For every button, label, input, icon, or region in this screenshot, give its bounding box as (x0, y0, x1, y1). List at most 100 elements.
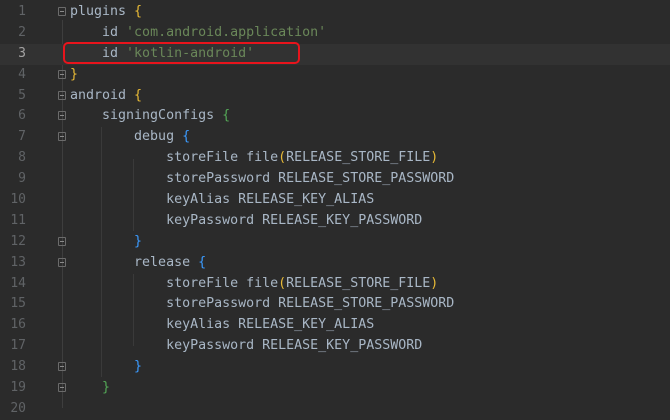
code-text: id 'com.android.application' (70, 23, 326, 44)
line-number: 9 (18, 171, 26, 187)
fold-icon[interactable] (58, 111, 66, 121)
code-token: storePassword RELEASE_STORE_PASSWORD (70, 171, 455, 187)
code-token: 'com.android.application' (126, 24, 327, 40)
code-text: debug { (70, 127, 190, 148)
fold-icon[interactable] (58, 257, 66, 267)
code-text: keyPassword RELEASE_KEY_PASSWORD (70, 336, 422, 357)
highlight-box (63, 42, 300, 64)
code-token: ( (278, 150, 287, 166)
line-number: 16 (10, 317, 26, 333)
code-text: keyPassword RELEASE_KEY_PASSWORD (70, 211, 422, 232)
code-line[interactable]: 18 } (0, 357, 670, 378)
line-number: 13 (10, 254, 26, 270)
fold-icon[interactable] (58, 362, 66, 372)
code-token: android (70, 87, 135, 103)
line-number: 4 (18, 66, 26, 82)
code-line[interactable]: 1 plugins { (0, 2, 670, 23)
code-token: } (70, 66, 79, 82)
code-line[interactable]: 17 keyPassword RELEASE_KEY_PASSWORD (0, 336, 670, 357)
code-text: android { (70, 86, 142, 107)
code-token: ) (430, 275, 439, 291)
code-line[interactable]: 8 storeFile file(RELEASE_STORE_FILE) (0, 148, 670, 169)
code-text: } (70, 232, 142, 253)
code-text: storePassword RELEASE_STORE_PASSWORD (70, 294, 454, 315)
code-line[interactable]: 11 keyPassword RELEASE_KEY_PASSWORD (0, 211, 670, 232)
code-text: keyAlias RELEASE_KEY_ALIAS (70, 315, 374, 336)
code-text: storeFile file(RELEASE_STORE_FILE) (70, 148, 438, 169)
code-text: storePassword RELEASE_STORE_PASSWORD (70, 169, 454, 190)
code-line[interactable]: 5 android { (0, 86, 670, 107)
line-number: 2 (18, 24, 26, 40)
code-line[interactable]: 16 keyAlias RELEASE_KEY_ALIAS (0, 315, 670, 336)
code-line[interactable]: 12 } (0, 232, 670, 253)
code-token: keyPassword RELEASE_KEY_PASSWORD (70, 338, 423, 354)
code-token: storeFile file (70, 275, 279, 291)
code-line[interactable]: 20 (0, 399, 670, 420)
code-token: keyAlias RELEASE_KEY_ALIAS (70, 192, 375, 208)
code-token: { (222, 108, 231, 124)
code-text: storeFile file(RELEASE_STORE_FILE) (70, 274, 438, 295)
code-token: keyPassword RELEASE_KEY_PASSWORD (70, 212, 423, 228)
code-token: { (134, 87, 143, 103)
code-token: debug (70, 129, 183, 145)
code-line[interactable]: 6 signingConfigs { (0, 106, 670, 127)
code-text: plugins { (70, 2, 142, 23)
code-token: id (70, 24, 127, 40)
code-token: RELEASE_STORE_FILE (286, 150, 431, 166)
code-line[interactable]: 4} (0, 65, 670, 86)
code-text: } (70, 378, 110, 399)
line-number: 8 (18, 150, 26, 166)
code-line[interactable]: 14 storeFile file(RELEASE_STORE_FILE) (0, 274, 670, 295)
code-line[interactable]: 19 } (0, 378, 670, 399)
code-token: signingConfigs (70, 108, 223, 124)
code-token: keyAlias RELEASE_KEY_ALIAS (70, 317, 375, 333)
line-number: 11 (10, 212, 26, 228)
code-line[interactable]: 13 release { (0, 253, 670, 274)
code-token: RELEASE_STORE_FILE (286, 275, 431, 291)
code-token: { (198, 254, 207, 270)
code-text: signingConfigs { (70, 106, 230, 127)
code-token: } (102, 380, 111, 396)
fold-icon[interactable] (58, 90, 66, 100)
line-number: 1 (18, 4, 26, 19)
code-line[interactable]: 10 keyAlias RELEASE_KEY_ALIAS (0, 190, 670, 211)
code-text: } (70, 357, 142, 378)
line-number: 6 (18, 108, 26, 124)
code-token: { (182, 129, 191, 145)
line-number: 5 (18, 87, 26, 103)
code-token: storeFile file (70, 150, 279, 166)
fold-icon[interactable] (58, 69, 66, 79)
code-line[interactable]: 2 id 'com.android.application' (0, 23, 670, 44)
code-editor[interactable]: 1 plugins {2 id 'com.android.application'… (0, 2, 670, 420)
line-number: 19 (10, 380, 26, 396)
code-token: ( (278, 275, 287, 291)
code-text: keyAlias RELEASE_KEY_ALIAS (70, 190, 374, 211)
line-number: 10 (10, 192, 26, 208)
code-token: release (70, 254, 199, 270)
line-number: 18 (10, 359, 26, 375)
line-number: 15 (10, 296, 26, 312)
code-line[interactable]: 15 storePassword RELEASE_STORE_PASSWORD (0, 294, 670, 315)
code-token: plugins (70, 4, 135, 19)
code-token: storePassword RELEASE_STORE_PASSWORD (70, 296, 455, 312)
fold-icon[interactable] (58, 383, 66, 393)
line-number: 20 (10, 400, 26, 416)
code-text: release { (70, 253, 206, 274)
fold-icon[interactable] (58, 7, 66, 16)
line-number: 14 (10, 275, 26, 291)
code-token: } (134, 233, 143, 249)
code-line[interactable]: 9 storePassword RELEASE_STORE_PASSWORD (0, 169, 670, 190)
fold-icon[interactable] (58, 236, 66, 246)
fold-icon[interactable] (58, 132, 66, 142)
code-line[interactable]: 7 debug { (0, 127, 670, 148)
code-token: ) (430, 150, 439, 166)
code-token: } (134, 359, 143, 375)
code-token: { (134, 4, 143, 19)
line-number: 17 (10, 338, 26, 354)
code-text: } (70, 65, 78, 86)
line-number: 7 (18, 129, 26, 145)
line-number: 12 (10, 233, 26, 249)
